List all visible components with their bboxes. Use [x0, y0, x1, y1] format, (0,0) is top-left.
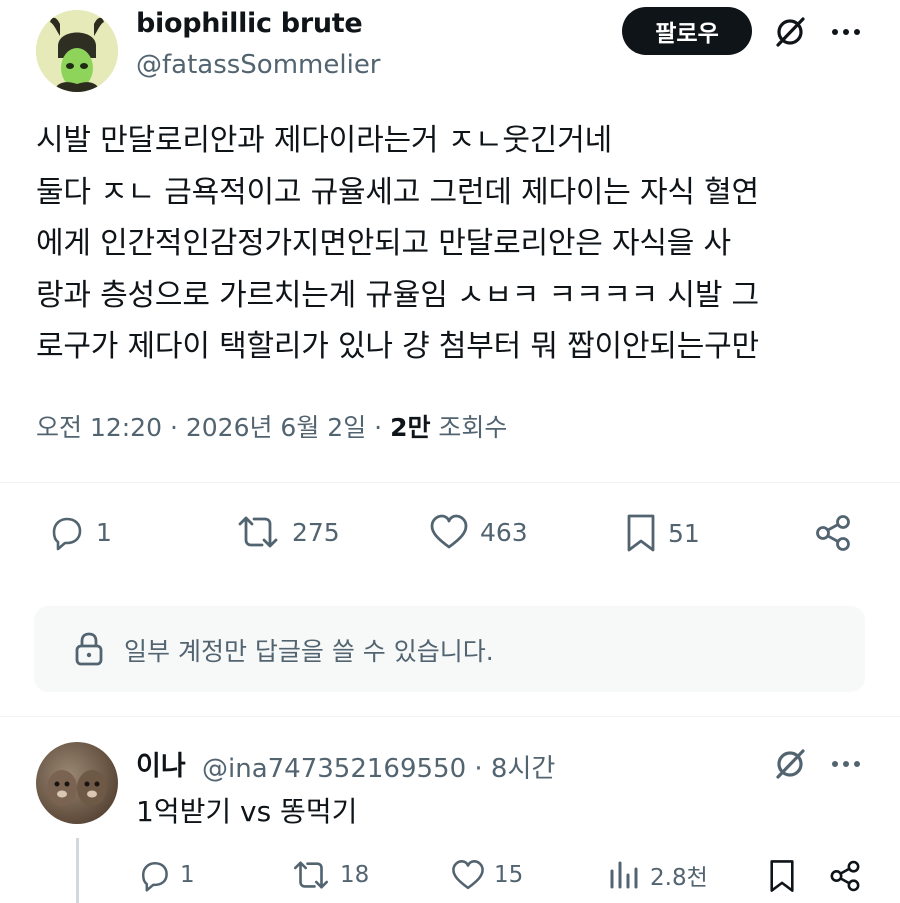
reply-reply-button[interactable]: 1 [136, 857, 195, 893]
reply-avatar[interactable] [36, 742, 118, 824]
reply-icon [141, 862, 168, 892]
reply-icon [52, 517, 82, 551]
reply-reply-count: 1 [180, 862, 195, 888]
tweet-text: 시발 만달로리안과 제다이라는거 ㅈㄴ웃긴거네 둘다 ㅈㄴ 금욕적이고 규율세고… [36, 123, 759, 364]
reply-author-name[interactable]: 이나 [136, 744, 186, 783]
share-icon[interactable] [812, 512, 854, 554]
retweet-icon [293, 861, 329, 889]
grok-icon[interactable] [770, 744, 810, 784]
tweet-time[interactable]: 오전 12:20 [36, 413, 162, 442]
divider [0, 482, 900, 483]
bookmark-icon [627, 514, 655, 552]
bookmark-icon[interactable] [764, 857, 800, 895]
reply-count: 1 [96, 517, 112, 547]
reply-avatar-image [47, 770, 107, 806]
author-display-name[interactable]: biophillic brute [136, 8, 363, 39]
meta-separator: · [169, 413, 178, 442]
retweet-count: 275 [292, 517, 340, 547]
retweet-button[interactable]: 275 [234, 512, 340, 552]
meta-separator: · [374, 413, 383, 442]
views-label: 조회수 [438, 413, 508, 442]
author-avatar[interactable] [36, 10, 118, 92]
more-icon[interactable] [826, 12, 866, 52]
like-button[interactable]: 463 [428, 512, 528, 552]
bookmark-button[interactable]: 51 [624, 512, 700, 554]
views-count: 2만 [390, 413, 431, 442]
grok-icon[interactable] [770, 12, 810, 52]
tweet-meta: 오전 12:20 · 2026년 6월 2일 · 2만 조회수 [36, 408, 507, 444]
more-icon[interactable] [826, 744, 866, 784]
follow-button[interactable]: 팔로우 [622, 7, 752, 55]
thread-line [76, 838, 79, 903]
like-icon [452, 860, 484, 890]
author-handle[interactable]: @fatassSommelier [136, 50, 381, 80]
bookmark-count: 51 [668, 518, 700, 548]
like-count: 463 [480, 517, 528, 547]
like-icon [430, 514, 468, 549]
reply-like-button[interactable]: 15 [450, 857, 523, 893]
reply-views-count: 2.8천 [650, 865, 708, 891]
share-icon[interactable] [826, 857, 864, 895]
reply-restriction-text: 일부 계정만 답글을 쓸 수 있습니다. [124, 637, 494, 666]
tweet-date[interactable]: 2026년 6월 2일 [186, 413, 366, 442]
author-avatar-image [36, 10, 118, 92]
retweet-icon [238, 516, 278, 548]
lock-icon [72, 630, 106, 668]
reply-button[interactable]: 1 [46, 512, 112, 552]
divider [0, 716, 900, 717]
reply-retweet-count: 18 [340, 862, 370, 888]
reply-like-count: 15 [494, 862, 524, 888]
reply-views-button[interactable]: 2.8천 [608, 857, 708, 893]
reply-retweet-button[interactable]: 18 [290, 857, 369, 893]
reply-author-handle[interactable]: @ina747352169550 · 8시간 [202, 748, 555, 785]
reply-text: 1억받기 vs 똥먹기 [136, 795, 358, 828]
views-icon [610, 861, 638, 889]
